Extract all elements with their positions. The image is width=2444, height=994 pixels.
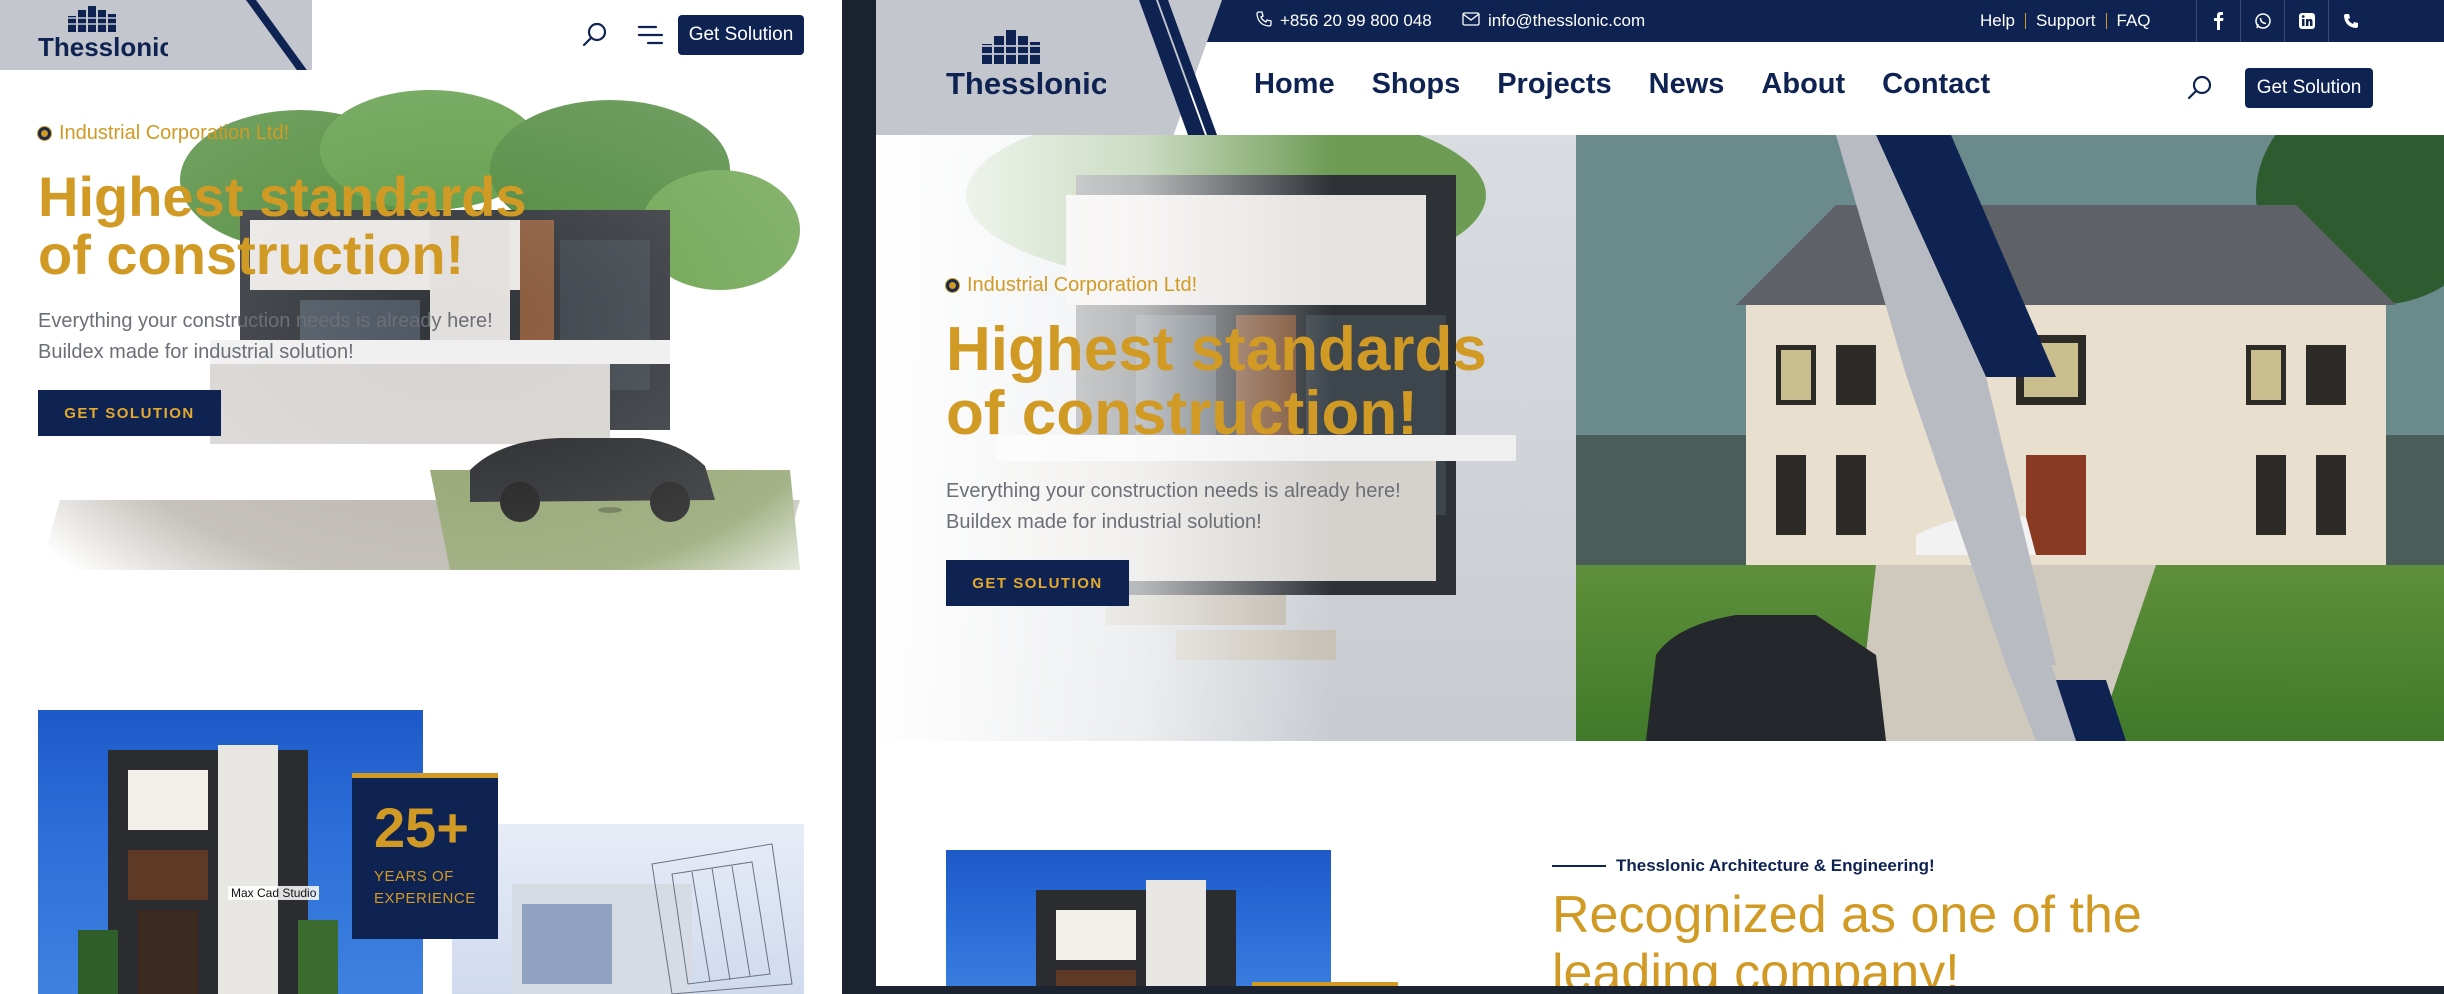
about-secondary-image <box>452 824 804 994</box>
desktop-view-panel: +856 20 99 800 048 info@thesslonic.com H… <box>876 0 2444 994</box>
nav-item-shops[interactable]: Shops <box>1372 68 1461 101</box>
experience-label-line2: EXPERIENCE <box>374 890 476 907</box>
top-bar-email[interactable]: info@thesslonic.com <box>1462 0 1645 42</box>
hero-subtitle-line2: Buildex made for industrial solution! <box>946 511 1262 533</box>
about-subtag: Thesslonic Architecture & Engineering! <box>1552 856 1935 876</box>
experience-number: 25+ <box>374 796 469 859</box>
phone-icon[interactable] <box>2328 0 2372 42</box>
tag-dot-icon <box>946 279 959 292</box>
mail-icon <box>1462 11 1480 31</box>
hero-title-line2: of construction! <box>38 223 465 286</box>
search-icon[interactable] <box>2186 74 2214 102</box>
top-link-faq[interactable]: FAQ <box>2117 11 2151 31</box>
main-nav: Home Shops Projects News About Contact <box>1254 68 1990 101</box>
hero-subtitle-line1: Everything your construction needs is al… <box>38 310 493 332</box>
experience-label: YEARS OF EXPERIENCE <box>374 866 498 910</box>
about-subtag-text: Thesslonic Architecture & Engineering! <box>1616 856 1935 875</box>
desktop-logo[interactable]: Thesslonic <box>946 28 1108 108</box>
mobile-view-panel: Thesslonic Get Solution Industrial Corpo… <box>0 0 842 994</box>
hero-tag-text: Industrial Corporation Ltd! <box>59 122 290 144</box>
link-separator <box>2024 13 2026 29</box>
nav-item-home[interactable]: Home <box>1254 68 1335 101</box>
email-address: info@thesslonic.com <box>1488 11 1646 30</box>
get-solution-button[interactable]: Get Solution <box>2245 68 2373 108</box>
hero-subtitle: Everything your construction needs is al… <box>38 306 598 368</box>
hero-tag: Industrial Corporation Ltd! <box>38 122 289 145</box>
nav-item-contact[interactable]: Contact <box>1882 68 1990 101</box>
experience-badge: 25+ YEARS OF EXPERIENCE <box>352 773 498 939</box>
about-title: Recognized as one of the leading company… <box>1552 886 2252 994</box>
mobile-logo-text: Thesslonic <box>38 32 168 62</box>
experience-label-line1: YEARS OF <box>374 868 454 885</box>
subtag-line <box>1552 865 1606 867</box>
whatsapp-icon[interactable] <box>2240 0 2284 42</box>
search-icon[interactable] <box>580 20 610 50</box>
hero-subtitle-line2: Buildex made for industrial solution! <box>38 341 354 363</box>
nav-item-about[interactable]: About <box>1761 68 1845 101</box>
about-title-line1: Recognized as one of the <box>1552 886 2142 944</box>
social-links <box>2196 0 2372 42</box>
get-solution-button[interactable]: Get Solution <box>678 15 804 55</box>
nav-item-projects[interactable]: Projects <box>1497 68 1611 101</box>
top-link-help[interactable]: Help <box>1980 11 2015 31</box>
facebook-icon[interactable] <box>2196 0 2240 42</box>
top-bar-phone[interactable]: +856 20 99 800 048 <box>1256 0 1432 42</box>
bottom-scroll-edge <box>876 986 2444 994</box>
menu-icon[interactable] <box>636 22 664 48</box>
hero-subtitle-line1: Everything your construction needs is al… <box>946 480 1401 502</box>
hero-tag-text: Industrial Corporation Ltd! <box>967 274 1198 296</box>
image-caption: Max Cad Studio <box>228 886 320 900</box>
about-main-image <box>946 850 1331 994</box>
linkedin-icon[interactable] <box>2284 0 2328 42</box>
hero-tag: Industrial Corporation Ltd! <box>946 274 1197 297</box>
hero-title-line1: Highest standards <box>946 315 1487 384</box>
mobile-logo[interactable]: Thesslonic <box>38 4 174 66</box>
hero-title: Highest standards of construction! <box>946 318 1566 446</box>
desktop-logo-text: Thesslonic <box>946 66 1106 101</box>
phone-icon <box>1256 10 1272 32</box>
hero-subtitle: Everything your construction needs is al… <box>946 476 1546 538</box>
tag-dot-icon <box>38 127 51 140</box>
nav-item-news[interactable]: News <box>1649 68 1725 101</box>
hero-get-solution-button[interactable]: GET SOLUTION <box>946 560 1129 606</box>
hero-title-line1: Highest standards <box>38 165 527 228</box>
hero-title-line2: of construction! <box>946 379 1418 448</box>
top-bar-links: Help Support FAQ <box>1980 0 2151 42</box>
phone-number: +856 20 99 800 048 <box>1280 11 1432 30</box>
hero-title: Highest standards of construction! <box>38 168 598 284</box>
hero-get-solution-button[interactable]: GET SOLUTION <box>38 390 221 436</box>
link-separator <box>2105 13 2107 29</box>
top-link-support[interactable]: Support <box>2036 11 2096 31</box>
